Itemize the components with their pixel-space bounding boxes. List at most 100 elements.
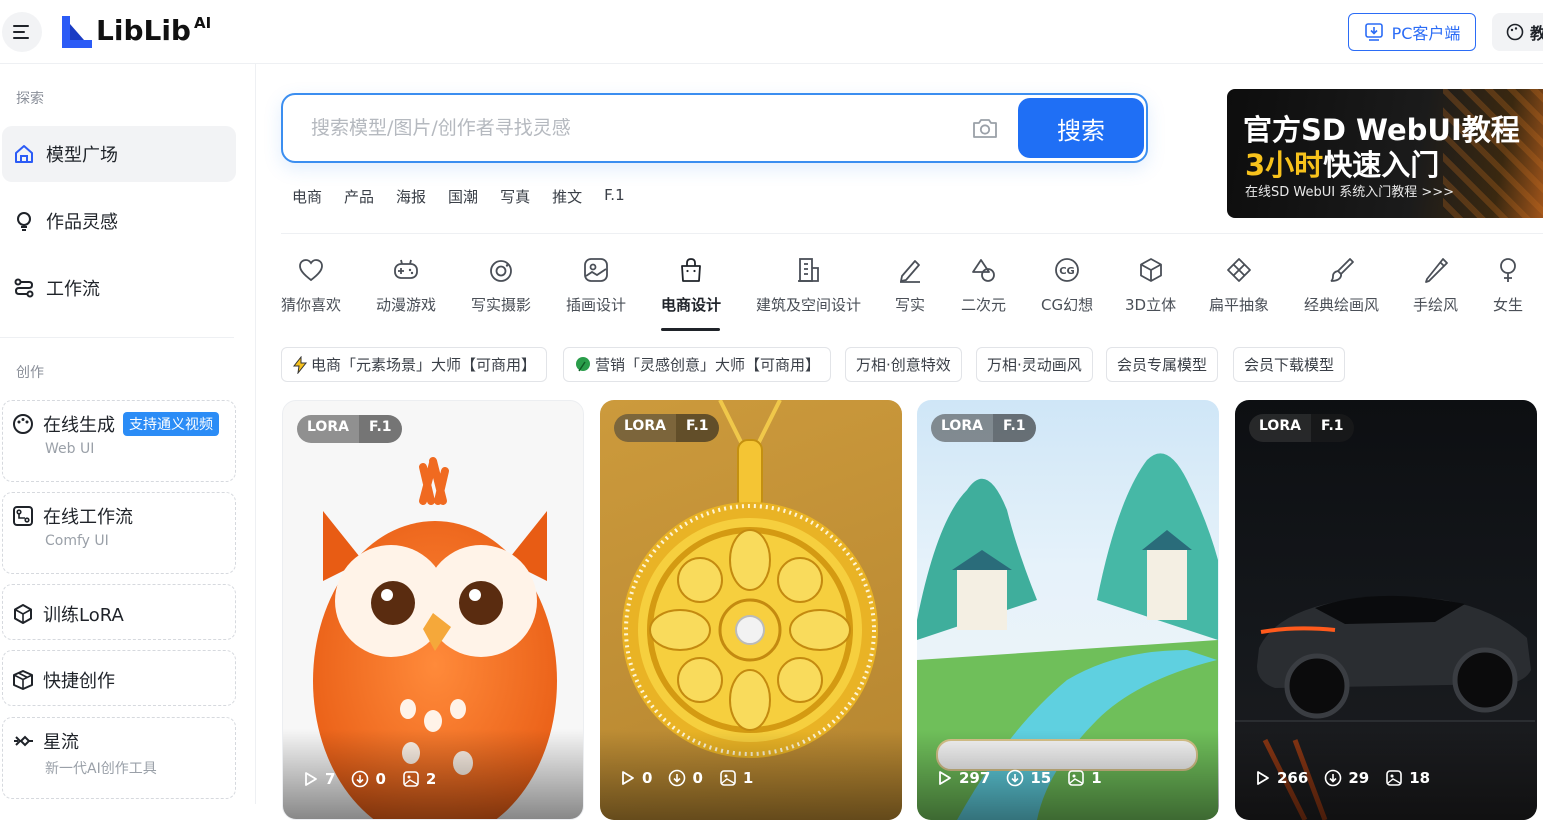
model-card[interactable]: LORA F.1 297 15 1 xyxy=(917,400,1219,820)
bulb-icon xyxy=(12,209,36,233)
create-section-label: 创作 xyxy=(16,365,44,381)
sidebar-item-xingliu[interactable]: 星流 新一代AI创作工具 xyxy=(2,717,236,799)
tutorial-label: 教 xyxy=(1530,24,1543,43)
box-icon xyxy=(11,668,35,692)
palette-icon xyxy=(1506,23,1524,41)
hot-tag[interactable]: 海报 xyxy=(396,186,426,207)
camera-search-icon[interactable] xyxy=(971,116,999,144)
chip-member-download[interactable]: 会员下载模型 xyxy=(1233,347,1346,382)
download-count-icon xyxy=(1325,769,1342,787)
sidebar-item-label: 模型广场 xyxy=(46,145,118,166)
sidebar-divider xyxy=(0,337,234,338)
hot-tag[interactable]: 电商 xyxy=(292,186,322,207)
download-icon xyxy=(1364,23,1383,41)
card-stats: 7 0 2 xyxy=(301,770,436,788)
flat-icon xyxy=(1227,258,1251,282)
menu-button[interactable] xyxy=(2,12,42,52)
play-icon xyxy=(1257,771,1269,785)
pen-icon xyxy=(900,260,920,283)
model-tag: LORA F.1 xyxy=(1249,414,1354,442)
hot-tag[interactable]: 写真 xyxy=(500,186,530,207)
category-realistic-photo[interactable]: 写实摄影 xyxy=(471,256,531,315)
sidebar-item-sub: Web UI xyxy=(45,441,95,457)
chip-wanxiang-effects[interactable]: 万相·创意特效 xyxy=(845,347,962,382)
logo-text: LibLib AI xyxy=(96,14,212,47)
category-guess-you-like[interactable]: 猜你喜欢 xyxy=(281,256,341,315)
card-stats: 266 29 18 xyxy=(1253,769,1430,787)
brush-icon xyxy=(1330,258,1354,282)
hot-search-tags: 电商 产品 海报 国潮 写真 推文 F.1 xyxy=(292,186,625,207)
model-card[interactable]: LORA F.1 0 0 1 xyxy=(600,400,902,820)
logo-mark-icon xyxy=(62,16,92,48)
search-button[interactable]: 搜索 xyxy=(1018,98,1144,158)
chip-wanxiang-anime[interactable]: 万相·灵动画风 xyxy=(976,347,1093,382)
download-count-icon xyxy=(669,769,686,787)
model-card[interactable]: LORA F.1 266 29 18 xyxy=(1235,400,1537,820)
category-female[interactable]: 女生 xyxy=(1493,256,1523,315)
category-3d[interactable]: 3D立体 xyxy=(1125,256,1176,315)
sidebar-item-label: 在线生成 xyxy=(43,415,115,436)
tutorial-banner[interactable]: 官方SD WebUI教程 3小时快速入门 在线SD WebUI 系统入门教程 >… xyxy=(1227,89,1543,218)
category-classic-painting[interactable]: 经典绘画风 xyxy=(1304,256,1379,315)
chip-member-exclusive[interactable]: 会员专属模型 xyxy=(1106,347,1219,382)
divider xyxy=(281,233,1543,234)
model-tag: LORA F.1 xyxy=(297,415,402,443)
sidebar: 探索 模型广场 作品灵感 工作流 创作 在线生成 支持通义视频 Web UI 在… xyxy=(0,64,256,804)
image-count-icon xyxy=(720,770,736,786)
search-box: 搜索 xyxy=(281,93,1148,163)
shopping-bag-icon xyxy=(681,258,701,282)
model-card[interactable]: LORA F.1 7 0 2 xyxy=(282,400,584,820)
sidebar-item-label: 工作流 xyxy=(46,279,100,300)
sidebar-item-inspiration[interactable]: 作品灵感 xyxy=(2,193,236,249)
category-2d-anime[interactable]: 二次元 xyxy=(961,256,1006,315)
cg-icon: CG xyxy=(1055,258,1079,282)
search-input[interactable] xyxy=(311,113,951,143)
sidebar-item-label: 星流 xyxy=(43,732,79,753)
tutorial-button[interactable]: 教 xyxy=(1492,13,1543,51)
category-ecommerce[interactable]: 电商设计 xyxy=(661,256,721,315)
sidebar-item-train-lora[interactable]: 训练LoRA xyxy=(2,584,236,640)
sidebar-item-sub: 新一代AI创作工具 xyxy=(45,761,157,777)
cube-3d-icon xyxy=(1139,258,1162,282)
image-count-icon xyxy=(1068,770,1084,786)
sidebar-item-online-generate[interactable]: 在线生成 支持通义视频 Web UI xyxy=(2,400,236,482)
sidebar-item-label: 训练LoRA xyxy=(43,605,124,626)
pc-client-button[interactable]: PC客户端 xyxy=(1348,13,1476,51)
leaf-icon xyxy=(576,356,590,371)
sidebar-item-label: 在线工作流 xyxy=(43,507,133,528)
sidebar-item-model-square[interactable]: 模型广场 xyxy=(2,126,236,182)
category-cg-fantasy[interactable]: CG CG幻想 xyxy=(1041,256,1093,315)
category-illustration[interactable]: 插画设计 xyxy=(566,256,626,315)
video-support-badge: 支持通义视频 xyxy=(123,412,219,436)
hot-tag[interactable]: 推文 xyxy=(552,186,582,207)
female-icon xyxy=(1500,258,1516,282)
sidebar-item-quick-create[interactable]: 快捷创作 xyxy=(2,650,236,706)
lightning-icon xyxy=(292,355,308,374)
banner-caption: 在线SD WebUI 系统入门教程 >>> xyxy=(1245,185,1455,200)
chip-marketing-master[interactable]: 营销「灵感创意」大师【可商用】 xyxy=(563,347,832,382)
top-header: LibLib AI PC客户端 教 xyxy=(0,0,1543,64)
category-architecture[interactable]: 建筑及空间设计 xyxy=(756,256,861,315)
sidebar-item-workflow[interactable]: 工作流 xyxy=(2,260,236,316)
sidebar-item-online-workflow[interactable]: 在线工作流 Comfy UI xyxy=(2,492,236,574)
chip-ecommerce-master[interactable]: 电商「元素场景」大师【可商用】 xyxy=(281,347,548,382)
heart-icon xyxy=(299,259,323,282)
category-realistic[interactable]: 写实 xyxy=(895,256,925,315)
model-tag: LORA F.1 xyxy=(931,414,1036,442)
download-count-icon xyxy=(352,770,369,788)
card-stats: 0 0 1 xyxy=(618,769,753,787)
workflow-icon xyxy=(12,276,36,300)
category-hand-drawn[interactable]: 手绘风 xyxy=(1413,256,1458,315)
hot-tag[interactable]: F.1 xyxy=(604,186,625,207)
play-icon xyxy=(939,771,951,785)
liblib-logo[interactable]: LibLib AI xyxy=(60,14,211,48)
hot-tag[interactable]: 产品 xyxy=(344,186,374,207)
explore-section-label: 探索 xyxy=(16,91,44,107)
hot-tag[interactable]: 国潮 xyxy=(448,186,478,207)
category-anime-game[interactable]: 动漫游戏 xyxy=(376,256,436,315)
home-icon xyxy=(12,142,36,166)
palette-icon xyxy=(11,412,35,436)
category-flat-abstract[interactable]: 扁平抽象 xyxy=(1209,256,1269,315)
gamepad-icon xyxy=(394,259,418,279)
banner-subtitle: 3小时快速入门 xyxy=(1245,148,1440,182)
